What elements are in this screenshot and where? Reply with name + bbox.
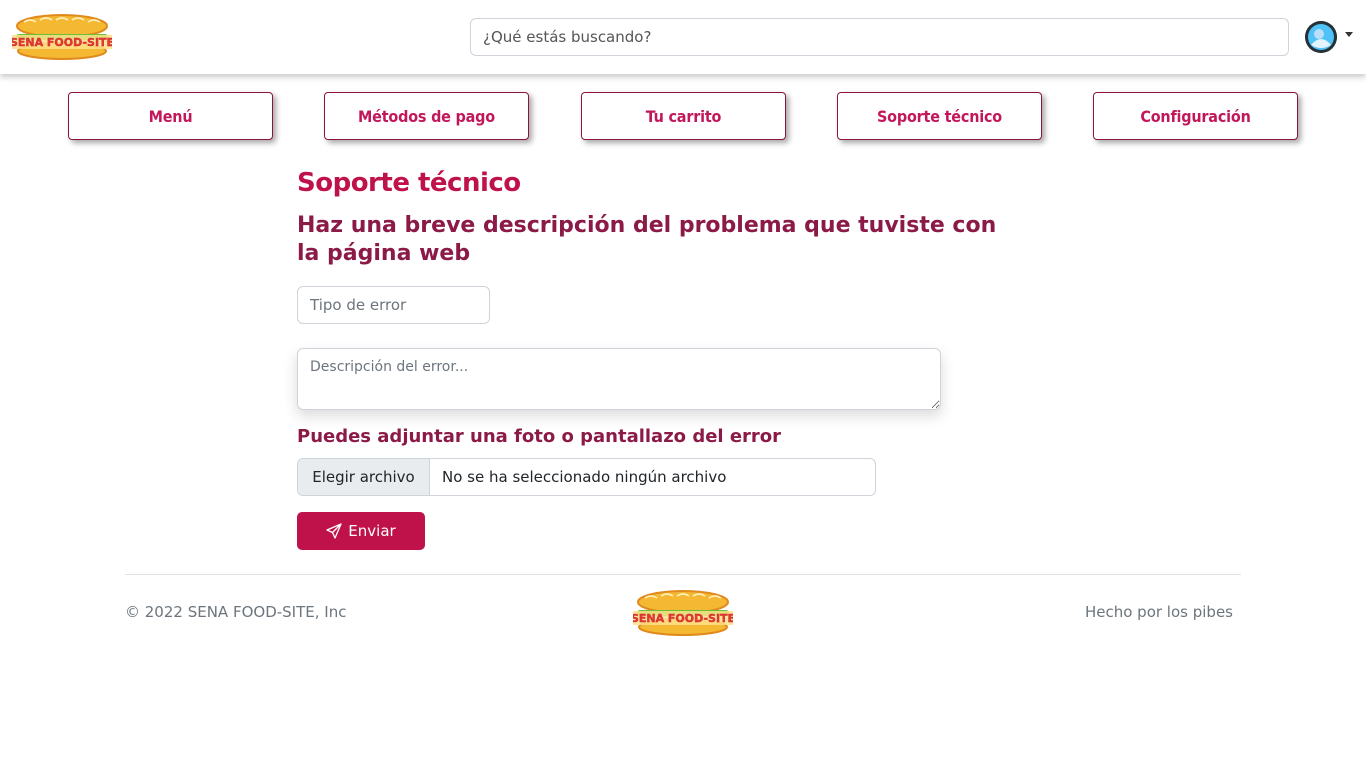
site-logo[interactable]: SENA FOOD-SITE: [12, 14, 112, 60]
page-subtitle: Haz una breve descripción del problema q…: [297, 213, 997, 266]
error-description-textarea[interactable]: [297, 348, 941, 410]
file-status-text: No se ha seleccionado ningún archivo: [442, 468, 727, 486]
svg-text:SENA FOOD-SITE: SENA FOOD-SITE: [633, 612, 733, 625]
nav-support-button[interactable]: Soporte técnico: [837, 92, 1042, 140]
nav-payment-methods-button[interactable]: Métodos de pago: [324, 92, 529, 140]
attach-label: Puedes adjuntar una foto o pantallazo de…: [297, 426, 782, 447]
nav-cart-button[interactable]: Tu carrito: [581, 92, 786, 140]
send-button[interactable]: Enviar: [297, 512, 425, 550]
header: SENA FOOD-SITE: [0, 0, 1366, 74]
footer-divider: [125, 574, 1241, 575]
avatar-icon: [1305, 21, 1337, 53]
footer-logo[interactable]: SENA FOOD-SITE: [633, 590, 733, 636]
error-type-input[interactable]: [297, 286, 490, 324]
page-title: Soporte técnico: [297, 168, 521, 198]
user-avatar[interactable]: [1305, 21, 1337, 53]
search-input[interactable]: [470, 18, 1289, 56]
nav-menu-button[interactable]: Menú: [68, 92, 273, 140]
nav-settings-button[interactable]: Configuración: [1093, 92, 1298, 140]
sandwich-logo-icon: SENA FOOD-SITE: [633, 590, 733, 636]
choose-file-button[interactable]: Elegir archivo: [298, 459, 430, 495]
footer-copyright: © 2022 SENA FOOD-SITE, Inc: [125, 603, 347, 621]
svg-text:SENA FOOD-SITE: SENA FOOD-SITE: [12, 36, 112, 49]
footer-made-by: Hecho por los pibes: [1084, 603, 1233, 621]
sandwich-logo-icon: SENA FOOD-SITE: [12, 14, 112, 60]
file-upload-input[interactable]: Elegir archivo No se ha seleccionado nin…: [297, 458, 876, 496]
chevron-down-icon[interactable]: [1345, 32, 1353, 37]
paper-plane-icon: [326, 523, 342, 539]
send-button-label: Enviar: [348, 522, 396, 540]
